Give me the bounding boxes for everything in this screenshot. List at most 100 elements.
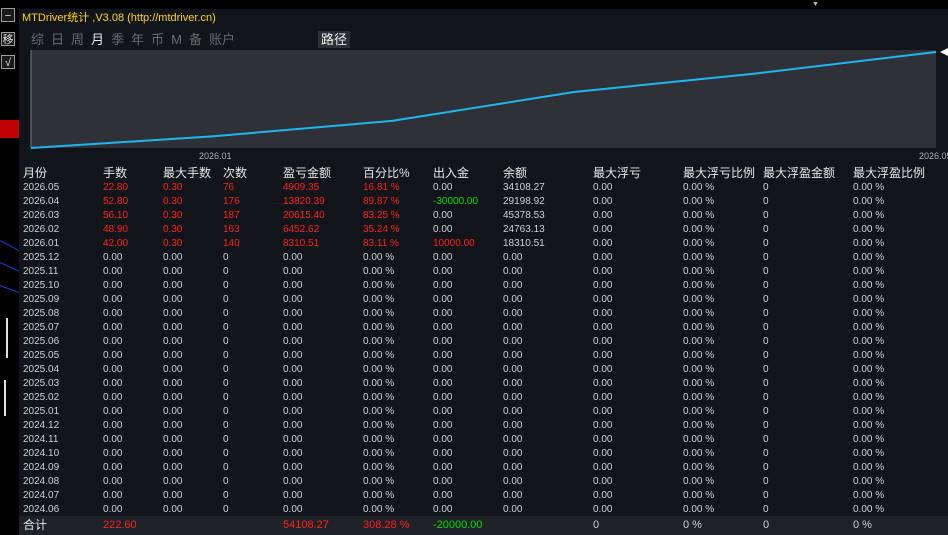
table-cell: 0.00 xyxy=(163,308,183,319)
monthly-stats-table: 月份 手数 最大手数 次数 盈亏金额 百分比% 出入金 余额 最大浮亏 最大浮亏比例 最大浮盈金额 最… xyxy=(19,165,948,517)
table-cell: 0.00 % xyxy=(853,378,885,389)
table-row: 2025.06 0.00 0.00 0 0.00 0.00 % 0.00 0.00 0.00 0.… xyxy=(19,335,948,349)
table-row: 2024.08 0.00 0.00 0 0.00 0.00 % 0.00 0.00 0.00 0.… xyxy=(19,475,948,489)
table-cell: 0.00 xyxy=(503,406,523,417)
table-cell: 0.00 xyxy=(433,182,453,193)
table-cell: 42.00 xyxy=(103,238,129,249)
table-cell: 0.00 % xyxy=(853,350,885,361)
table-cell: 0.30 xyxy=(163,210,183,221)
table-cell: 0 xyxy=(763,420,769,431)
table-cell: 2025.07 xyxy=(23,322,60,333)
table-cell: 0.00 xyxy=(593,280,613,291)
table-cell: 0.00 xyxy=(103,448,123,459)
table-cell: 13820.39 xyxy=(283,196,325,207)
tab-1[interactable]: 日 xyxy=(51,31,64,49)
table-cell: 0.00 % xyxy=(683,308,715,319)
table-cell: 0.00 % xyxy=(363,378,395,389)
table-cell: 16.81 % xyxy=(363,182,400,193)
table-cell: 0 xyxy=(763,266,769,277)
totals-percent: 308.28 % xyxy=(363,519,410,531)
table-cell: 0.00 % xyxy=(683,252,715,263)
table-cell: 0.00 xyxy=(503,322,523,333)
table-cell: 0.00 % xyxy=(853,364,885,375)
table-cell: 187 xyxy=(223,210,240,221)
table-cell: 0.00 xyxy=(103,322,123,333)
table-row: 2025.01 0.00 0.00 0 0.00 0.00 % 0.00 0.00 0.00 0.… xyxy=(19,405,948,419)
table-cell: 0 xyxy=(223,350,229,361)
table-cell: 0.00 xyxy=(163,294,183,305)
tab-6[interactable]: 币 xyxy=(151,31,164,49)
table-cell: 0 xyxy=(223,420,229,431)
table-cell: 0.00 xyxy=(163,476,183,487)
trend-line xyxy=(0,285,21,294)
table-cell: 0.00 xyxy=(283,266,303,277)
table-cell: 0.00 % xyxy=(683,210,715,221)
table-cell: 0.00 xyxy=(593,462,613,473)
period-tabs: 综日周月季年币 M 备账户 xyxy=(31,31,242,49)
table-cell: 0.00 xyxy=(433,490,453,501)
table-cell: 0.00 xyxy=(593,308,613,319)
column-header: 手数 xyxy=(103,166,128,180)
table-cell: 0.00 xyxy=(283,350,303,361)
table-cell: 0.00 % xyxy=(363,448,395,459)
tab-9[interactable]: 账户 xyxy=(209,31,235,49)
table-cell: 0.00 xyxy=(593,476,613,487)
table-cell: 83.11 % xyxy=(363,238,399,249)
table-cell: 0 xyxy=(763,434,769,445)
table-cell: 0.00 xyxy=(163,434,183,445)
tab-4[interactable]: 季 xyxy=(111,31,124,49)
table-cell: 2024.08 xyxy=(23,476,60,487)
table-cell: 0.00 % xyxy=(363,476,395,487)
table-cell: 0.00 xyxy=(593,490,613,501)
table-cell: 0 xyxy=(223,266,229,277)
table-cell: 0.00 xyxy=(503,378,523,389)
table-cell: 0.00 xyxy=(103,378,123,389)
table-cell: 2024.06 xyxy=(23,504,60,515)
tab-2[interactable]: 周 xyxy=(71,31,84,49)
table-row: 2025.09 0.00 0.00 0 0.00 0.00 % 0.00 0.00 0.00 0.… xyxy=(19,293,948,307)
table-cell: 0.00 % xyxy=(363,350,395,361)
path-button[interactable]: 路径 xyxy=(318,31,351,48)
table-cell: 0.00 xyxy=(503,448,523,459)
table-cell: 0.00 xyxy=(503,364,523,375)
table-cell: 0.00 xyxy=(283,490,303,501)
totals-deposit: -20000.00 xyxy=(433,519,483,531)
table-cell: 0.00 xyxy=(283,252,303,263)
table-cell: 0.00 xyxy=(593,434,613,445)
minimize-button[interactable]: − xyxy=(1,8,15,22)
table-cell: 0.00 xyxy=(103,280,123,291)
table-cell: 0.00 xyxy=(593,294,613,305)
table-row: 2026.04 52.80 0.30 176 13820.39 89.87 % -30000… xyxy=(19,195,948,209)
table-cell: 0.00 % xyxy=(853,294,885,305)
table-cell: 0.00 % xyxy=(683,406,715,417)
table-row: 2025.03 0.00 0.00 0 0.00 0.00 % 0.00 0.00 0.00 0.… xyxy=(19,377,948,391)
tab-0[interactable]: 综 xyxy=(31,31,44,49)
table-row: 2024.12 0.00 0.00 0 0.00 0.00 % 0.00 0.00 0.00 0.… xyxy=(19,419,948,433)
tab-3[interactable]: 月 xyxy=(91,31,104,49)
x-tick-label: 2026.01 xyxy=(199,151,232,161)
table-cell: 0 xyxy=(223,308,229,319)
check-button[interactable]: √ xyxy=(1,55,15,69)
table-cell: 2026.01 xyxy=(23,238,60,249)
table-cell: 0.00 xyxy=(503,336,523,347)
tab-5[interactable]: 年 xyxy=(131,31,144,49)
table-cell: 0.00 % xyxy=(363,392,395,403)
table-cell: 0.00 xyxy=(503,434,523,445)
corner-resize-icon[interactable] xyxy=(940,48,948,56)
tab-7[interactable]: M xyxy=(171,31,182,49)
table-cell: 22.80 xyxy=(103,182,129,193)
table-cell: 0 xyxy=(763,322,769,333)
table-cell: 0.00 % xyxy=(363,462,395,473)
table-cell: 0 xyxy=(763,252,769,263)
panel-title: MTDriver统计 ,V3.08 (http://mtdriver.cn) xyxy=(22,12,216,24)
table-cell: 140 xyxy=(223,238,240,249)
move-button[interactable]: 移 xyxy=(1,32,15,46)
table-cell: 0.00 xyxy=(283,322,303,333)
column-header: 月份 xyxy=(23,166,48,180)
table-cell: 2025.10 xyxy=(23,280,60,291)
table-cell: 0 xyxy=(763,294,769,305)
column-header: 最大浮盈比例 xyxy=(853,166,926,180)
table-cell: 0.00 xyxy=(503,252,523,263)
table-cell: 0.00 xyxy=(103,406,123,417)
tab-8[interactable]: 备 xyxy=(189,31,202,49)
